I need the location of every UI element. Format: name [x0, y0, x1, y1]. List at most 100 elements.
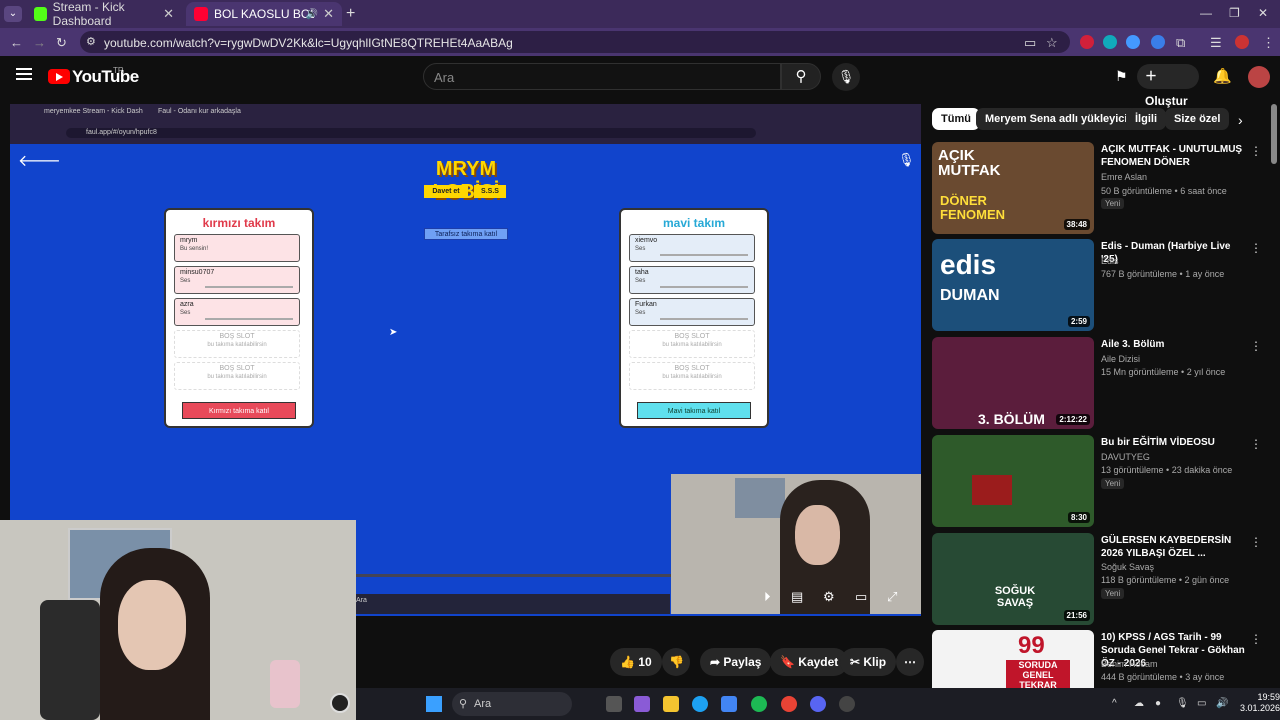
browser-menu-icon[interactable]: ⋮ [1262, 35, 1275, 51]
fullscreen-icon[interactable]: ⤢ [887, 589, 897, 605]
bookmark-star-icon[interactable]: ☆ [1046, 35, 1058, 51]
extension-icon[interactable] [1151, 35, 1165, 49]
spotify-icon[interactable] [751, 696, 767, 712]
extension-icon[interactable] [1080, 35, 1094, 49]
recommended-video[interactable]: SOĞUK SAVAŞ 21:56 GÜLERSEN KAYBEDERSİN 2… [932, 533, 1262, 625]
copilot-icon[interactable] [634, 696, 650, 712]
youtube-logo-icon[interactable] [48, 69, 70, 84]
app-icon[interactable] [839, 696, 855, 712]
search-button[interactable]: ⚲ [781, 63, 821, 90]
cloud-icon[interactable]: ☁ [1134, 698, 1144, 709]
video-title[interactable]: Bu bir EĞİTİM VİDEOSU [1101, 436, 1246, 449]
dislike-button[interactable]: 👎 [662, 648, 690, 676]
channel-name[interactable]: Benim Hocam [1101, 659, 1158, 669]
url-text[interactable]: youtube.com/watch?v=rygwDwDV2Kk&lc=Ugyqh… [104, 36, 513, 50]
store-icon[interactable] [721, 696, 737, 712]
like-button[interactable]: 👍 10 [610, 648, 662, 676]
minimize-icon[interactable]: — [1200, 6, 1212, 20]
chevron-right-icon[interactable]: › [1238, 112, 1243, 128]
captured-tab-1: meryemkee Stream - Kick Dash [44, 108, 143, 115]
more-options-icon[interactable]: ⋮ [1250, 241, 1262, 255]
taskbar-clock[interactable]: 19:59 3.01.2026 [1240, 692, 1280, 714]
tray-app-icon[interactable]: ● [1155, 698, 1161, 709]
clip-button[interactable]: ✂ Klip [840, 648, 897, 676]
extension-icon[interactable] [1126, 35, 1140, 49]
tab-kick-dashboard[interactable]: Stream - Kick Dashboard ✕ [26, 0, 182, 28]
forward-icon[interactable]: → [33, 35, 46, 50]
youtube-logo-text[interactable]: YouTube [72, 67, 139, 87]
more-actions-button[interactable]: ⋯ [896, 648, 924, 676]
cast-to-tv-icon[interactable]: ⚑ [1115, 68, 1128, 85]
video-thumbnail[interactable]: SOĞUK SAVAŞ 21:56 [932, 533, 1094, 625]
video-thumbnail[interactable]: 8:30 [932, 435, 1094, 527]
channel-name[interactable]: Edis [1101, 256, 1119, 266]
close-tab-icon[interactable]: ✕ [323, 6, 334, 22]
taskbar-search[interactable]: Ara [452, 692, 572, 716]
channel-name[interactable]: Soğuk Savaş [1101, 562, 1154, 572]
account-avatar[interactable] [1248, 66, 1270, 88]
share-button[interactable]: ➦ Paylaş [700, 648, 772, 676]
video-title[interactable]: Edis - Duman (Harbiye Live '25) [1101, 240, 1246, 266]
hamburger-menu-icon[interactable] [16, 68, 32, 80]
chrome-icon[interactable] [781, 696, 797, 712]
voice-search-button[interactable]: 🎙 [832, 63, 860, 91]
close-tab-icon[interactable]: ✕ [163, 6, 174, 22]
video-title[interactable]: Aile 3. Bölüm [1101, 338, 1246, 351]
more-options-icon[interactable]: ⋮ [1250, 535, 1262, 549]
channel-name[interactable]: Aile Dizisi [1101, 354, 1140, 364]
more-options-icon[interactable]: ⋮ [1250, 144, 1262, 158]
extension-icon[interactable] [1103, 35, 1117, 49]
video-thumbnail[interactable]: 99 SORUDA GENEL TEKRAR [932, 630, 1094, 688]
task-view-icon[interactable] [606, 696, 622, 712]
chip-all[interactable]: Tümü [932, 108, 980, 130]
reading-list-icon[interactable]: ☰ [1210, 35, 1222, 51]
channel-name[interactable]: Emre Aslan [1101, 172, 1147, 182]
mic-icon[interactable]: 🎙 [1176, 698, 1189, 709]
blue-slot-2: taha Ses [629, 266, 755, 294]
video-thumbnail[interactable]: edis DUMAN 2:59 [932, 239, 1094, 331]
recommended-video[interactable]: 8:30 Bu bir EĞİTİM VİDEOSU DAVUTYEG 13 g… [932, 435, 1262, 527]
more-options-icon[interactable]: ⋮ [1250, 437, 1262, 451]
sidebar-scrollbar[interactable] [1271, 104, 1277, 164]
recommended-video[interactable]: 3. BÖLÜM 2:12:22 Aile 3. Bölüm Aile Dizi… [932, 337, 1262, 429]
recommended-video[interactable]: AÇIK MUTFAK DÖNER FENOMEN 38:48 AÇIK MUT… [932, 142, 1262, 234]
file-explorer-icon[interactable] [663, 696, 679, 712]
video-title[interactable]: AÇIK MUTFAK - UNUTULMUŞ FENOMEN DÖNER [1101, 143, 1246, 169]
more-options-icon[interactable]: ⋮ [1250, 339, 1262, 353]
profile-avatar[interactable] [1235, 35, 1249, 49]
video-thumbnail[interactable]: 3. BÖLÜM 2:12:22 [932, 337, 1094, 429]
tab-youtube-video[interactable]: BOL KAOSLU BOL KAVGALI 🔊 ✕ [186, 2, 342, 26]
new-tab-button[interactable]: + [346, 5, 355, 23]
chip-for-you[interactable]: Size özel [1165, 108, 1230, 130]
notifications-bell-icon[interactable]: 🔔 [1213, 67, 1232, 85]
tab-search-button[interactable]: ⌄ [4, 6, 22, 22]
channel-name[interactable]: DAVUTYEG [1101, 452, 1150, 462]
volume-icon[interactable]: 🔊 [1216, 698, 1228, 709]
back-icon[interactable]: ← [10, 35, 23, 50]
theater-mode-icon[interactable]: ▭ [855, 589, 867, 605]
more-options-icon[interactable]: ⋮ [1250, 632, 1262, 646]
recommended-video[interactable]: 99 SORUDA GENEL TEKRAR 10) KPSS / AGS Ta… [932, 630, 1262, 688]
save-button[interactable]: 🔖 Kaydet [770, 648, 849, 676]
chip-related[interactable]: İlgili [1126, 108, 1166, 130]
reload-icon[interactable]: ↻ [56, 35, 67, 51]
video-thumbnail[interactable]: AÇIK MUTFAK DÖNER FENOMEN 38:48 [932, 142, 1094, 234]
cast-icon[interactable]: ▭ [1024, 35, 1036, 51]
site-info-icon[interactable]: ⚙ [86, 35, 96, 48]
recommended-video[interactable]: edis DUMAN 2:59 Edis - Duman (Harbiye Li… [932, 239, 1262, 331]
autoplay-toggle-icon[interactable]: ⏵ [764, 589, 771, 605]
network-icon[interactable]: ▭ [1197, 698, 1206, 709]
extensions-puzzle-icon[interactable]: ⧉ [1176, 35, 1185, 51]
settings-gear-icon[interactable]: ⚙ [823, 589, 835, 605]
speaker-icon[interactable]: 🔊 [306, 9, 318, 20]
subtitles-icon[interactable]: ▤ [791, 589, 803, 605]
video-title[interactable]: GÜLERSEN KAYBEDERSİN 2026 YILBAŞI ÖZEL .… [1101, 534, 1246, 560]
restore-icon[interactable]: ❐ [1229, 6, 1240, 20]
tray-overflow-icon[interactable]: ^ [1112, 698, 1117, 709]
close-window-icon[interactable]: ✕ [1258, 6, 1268, 20]
windows-start-icon[interactable] [426, 696, 442, 712]
edge-icon[interactable] [692, 696, 708, 712]
discord-icon[interactable] [810, 696, 826, 712]
search-input[interactable] [423, 63, 781, 90]
create-button[interactable]: ＋ Oluştur [1137, 64, 1199, 108]
